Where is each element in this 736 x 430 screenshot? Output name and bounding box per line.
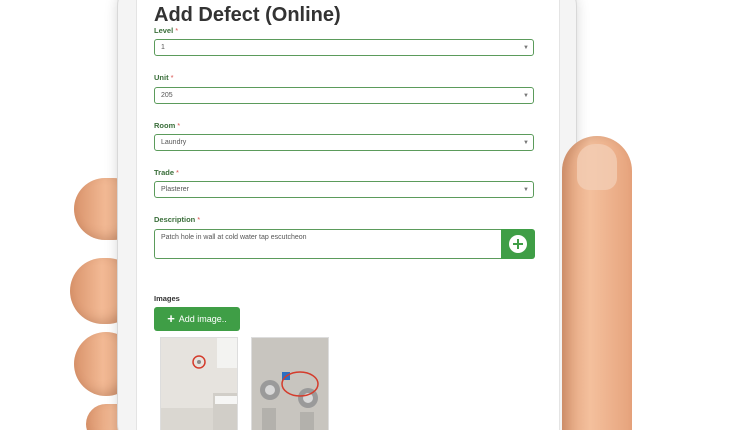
page-title: Add Defect (Online): [154, 4, 341, 26]
room-value: Laundry: [161, 139, 187, 146]
required-mark: *: [170, 73, 174, 82]
chevron-down-icon: ▼: [523, 187, 529, 193]
room-select[interactable]: Laundry ▼: [154, 134, 534, 151]
plus-circle-icon: [509, 235, 527, 253]
trade-label: Trade *: [154, 168, 179, 177]
scene: Add Defect (Online) Level * 1 ▼ Unit * 205…: [0, 0, 736, 430]
add-image-label: Add image..: [178, 314, 227, 324]
unit-label-text: Unit: [154, 73, 169, 82]
required-mark: *: [177, 121, 181, 130]
chevron-down-icon: ▼: [523, 45, 529, 51]
room-label: Room *: [154, 121, 180, 130]
plus-icon: +: [167, 311, 175, 326]
taps-photo: [252, 338, 328, 430]
unit-value: 205: [161, 92, 173, 99]
unit-label: Unit *: [154, 73, 174, 82]
trade-label-text: Trade: [154, 168, 175, 177]
required-mark: *: [197, 215, 201, 224]
level-value: 1: [161, 44, 165, 51]
level-select[interactable]: 1 ▼: [154, 39, 534, 56]
level-label-text: Level: [154, 26, 174, 35]
image-thumbnail[interactable]: [160, 337, 238, 430]
add-image-button[interactable]: + Add image..: [154, 307, 240, 331]
image-thumbnail[interactable]: [251, 337, 329, 430]
required-mark: *: [176, 168, 179, 177]
laundry-wall-photo: [161, 338, 237, 430]
description-label: Description *: [154, 215, 200, 224]
required-mark: *: [175, 26, 179, 35]
images-label: Images: [154, 294, 180, 303]
thumb-nail: [577, 144, 617, 190]
trade-select[interactable]: Plasterer ▼: [154, 181, 534, 198]
add-description-button[interactable]: [501, 229, 535, 259]
level-label: Level *: [154, 26, 178, 35]
room-label-text: Room: [154, 121, 176, 130]
chevron-down-icon: ▼: [523, 93, 529, 99]
trade-value: Plasterer: [161, 186, 190, 193]
description-input[interactable]: Patch hole in wall at cold water tap esc…: [154, 229, 502, 259]
chevron-down-icon: ▼: [523, 140, 529, 146]
unit-select[interactable]: 205 ▼: [154, 87, 534, 104]
description-label-text: Description: [154, 215, 196, 224]
